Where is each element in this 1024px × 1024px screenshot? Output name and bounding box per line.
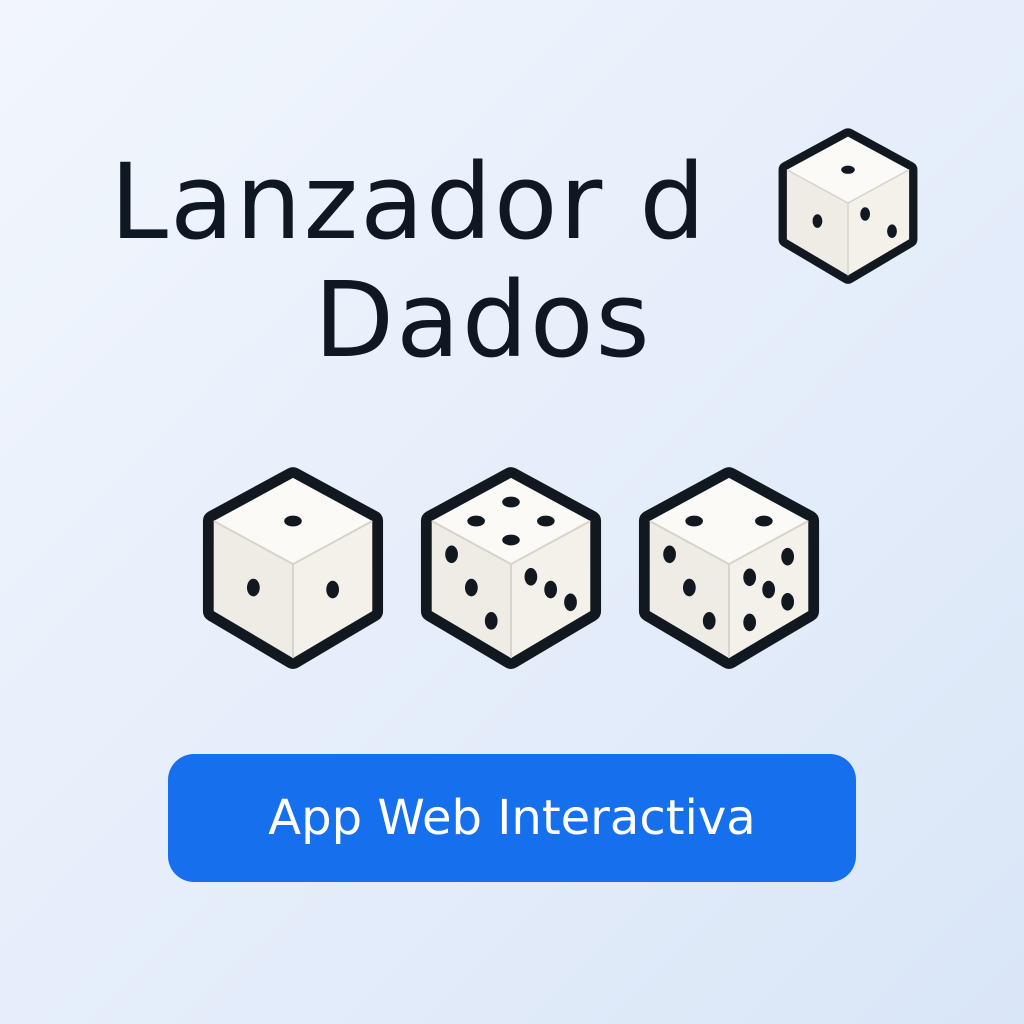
die-3-top-pip [755,515,773,527]
die-1-icon[interactable] [200,462,386,674]
die-2-top-pip [502,534,520,546]
die-3-right-pip [743,568,757,587]
title-line-2: Dados [314,259,652,381]
title-die-icon [778,128,918,284]
die-1-left-pip [246,578,260,597]
die-2-top-pip [537,515,555,527]
title-die-top-pip [841,165,855,174]
die-2-left-pip [484,612,498,630]
die-3-right-pip [781,547,795,566]
die-3-left-pip [682,578,696,597]
die-2-left-pip [445,545,458,564]
die-3-right-pip [781,592,795,611]
title-die-right-pip [887,224,897,238]
die-2-top-pip [467,515,485,527]
die-3-icon[interactable] [636,462,822,674]
die-2-right-pip [524,568,538,586]
die-2-right-pip [564,593,577,612]
die-1-right-pip [326,580,340,599]
title-die-left-pip [812,214,823,228]
die-3-right-pip [762,580,776,599]
die-2-icon[interactable] [418,462,604,674]
die-3-top-pip [685,515,703,527]
app-web-button[interactable]: App Web Interactiva [168,754,856,882]
die-3-left-pip [663,545,676,564]
die-3-left-pip [702,612,716,630]
title-die-right-pip [860,207,871,221]
die-3-right-pip [743,613,757,632]
app-web-button-label: App Web Interactiva [268,790,756,846]
die-2-top-pip [502,496,520,508]
die-2-left-pip [464,578,478,597]
title-line-1: Lanzador d [110,141,708,263]
die-1-top-pip [284,515,302,527]
die-2-right-pip [544,580,558,599]
